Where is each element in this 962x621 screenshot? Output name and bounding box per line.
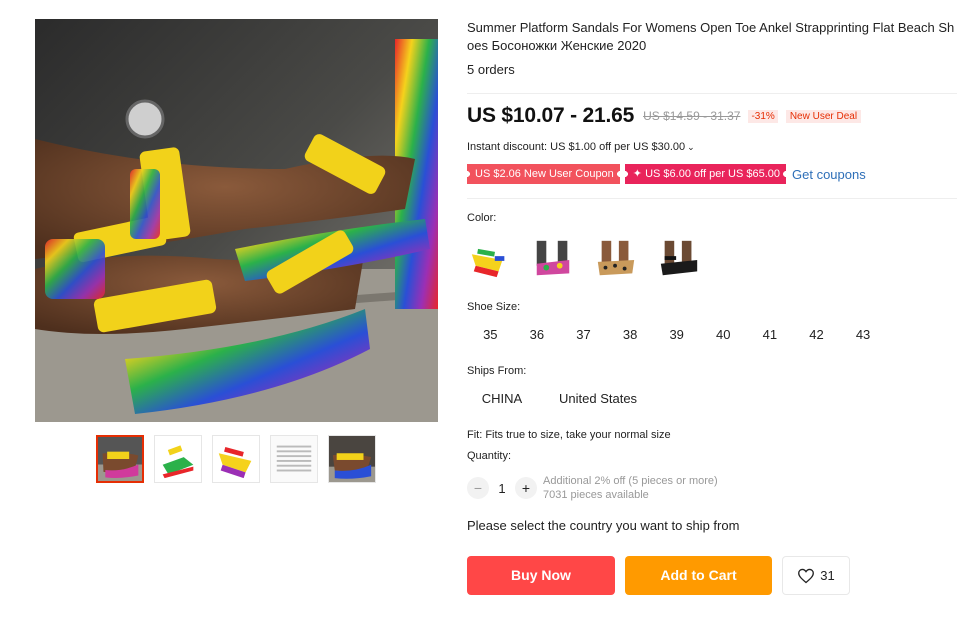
product-title: Summer Platform Sandals For Womens Open … (467, 20, 955, 53)
thumbnail-3[interactable] (212, 435, 260, 483)
color-option-black[interactable] (656, 236, 702, 282)
original-price: US $14.59 - 31.37 (643, 109, 741, 123)
coupon-store[interactable]: ✦ US $6.00 off per US $65.00 (624, 164, 787, 184)
quantity-label: Quantity: (467, 450, 512, 462)
add-to-cart-button[interactable]: Add to Cart (625, 556, 772, 595)
size-option[interactable]: 35 (467, 321, 514, 349)
ship-country-notice: Please select the country you want to sh… (467, 518, 740, 533)
fit-info: Fit: Fits true to size, take your normal… (467, 429, 671, 441)
price-row: US $10.07 - 21.65 US $14.59 - 31.37 -31%… (467, 104, 862, 128)
main-product-image[interactable] (35, 19, 438, 422)
chevron-down-icon: ⌄ (687, 142, 695, 152)
quantity-stepper: − 1 + Additional 2% off (5 pieces or mor… (467, 474, 718, 502)
new-user-deal-badge: New User Deal (785, 109, 862, 123)
action-buttons: Buy Now Add to Cart 31 (467, 556, 850, 595)
color-option-pink-floral[interactable] (530, 236, 576, 282)
color-label: Color: (467, 212, 497, 224)
get-coupons-link[interactable]: Get coupons (792, 167, 866, 182)
quantity-note: Additional 2% off (5 pieces or more) 703… (543, 474, 718, 502)
color-options (467, 236, 702, 282)
instant-discount-text: Instant discount: US $1.00 off per US $3… (467, 141, 686, 153)
heart-icon (798, 568, 815, 583)
quantity-increase-button[interactable]: + (515, 477, 537, 499)
wishlist-count: 31 (820, 568, 835, 583)
wishlist-button[interactable]: 31 (782, 556, 850, 595)
color-option-tie-dye[interactable] (467, 236, 513, 282)
size-option[interactable]: 38 (607, 321, 654, 349)
buy-now-button[interactable]: Buy Now (467, 556, 615, 595)
bulk-discount-note: Additional 2% off (5 pieces or more) (543, 475, 718, 487)
discount-badge: -31% (748, 109, 778, 123)
quantity-decrease-button[interactable]: − (467, 477, 489, 499)
ships-from-options: CHINA United States (467, 385, 648, 413)
shoe-size-label: Shoe Size: (467, 301, 521, 313)
thumbnail-4[interactable] (270, 435, 318, 483)
thumbnail-5[interactable] (328, 435, 376, 483)
ships-from-united-states[interactable]: United States (548, 385, 648, 413)
size-option[interactable]: 40 (700, 321, 747, 349)
ships-from-china[interactable]: CHINA (467, 385, 537, 413)
size-option[interactable]: 37 (560, 321, 607, 349)
thumbnail-strip (96, 435, 376, 483)
size-option[interactable]: 43 (840, 321, 887, 349)
divider (467, 198, 957, 199)
size-option[interactable]: 39 (653, 321, 700, 349)
coupon-row: US $2.06 New User Coupon ✦ US $6.00 off … (467, 164, 866, 184)
size-options: 35 36 37 38 39 40 41 42 43 (467, 321, 886, 349)
divider (467, 93, 957, 94)
size-option[interactable]: 36 (514, 321, 561, 349)
current-price: US $10.07 - 21.65 (467, 104, 635, 127)
orders-count: 5 orders (467, 62, 515, 77)
quantity-input[interactable]: 1 (490, 481, 514, 496)
product-info: Summer Platform Sandals For Womens Open … (467, 19, 962, 77)
thumbnail-1[interactable] (96, 435, 144, 483)
ships-from-label: Ships From: (467, 365, 527, 377)
coupon-new-user[interactable]: US $2.06 New User Coupon (467, 164, 620, 184)
instant-discount[interactable]: Instant discount: US $1.00 off per US $3… (467, 141, 695, 153)
thumbnail-2[interactable] (154, 435, 202, 483)
pieces-available: 7031 pieces available (543, 489, 649, 501)
size-option[interactable]: 42 (793, 321, 840, 349)
size-option[interactable]: 41 (747, 321, 794, 349)
color-option-leopard[interactable] (593, 236, 639, 282)
